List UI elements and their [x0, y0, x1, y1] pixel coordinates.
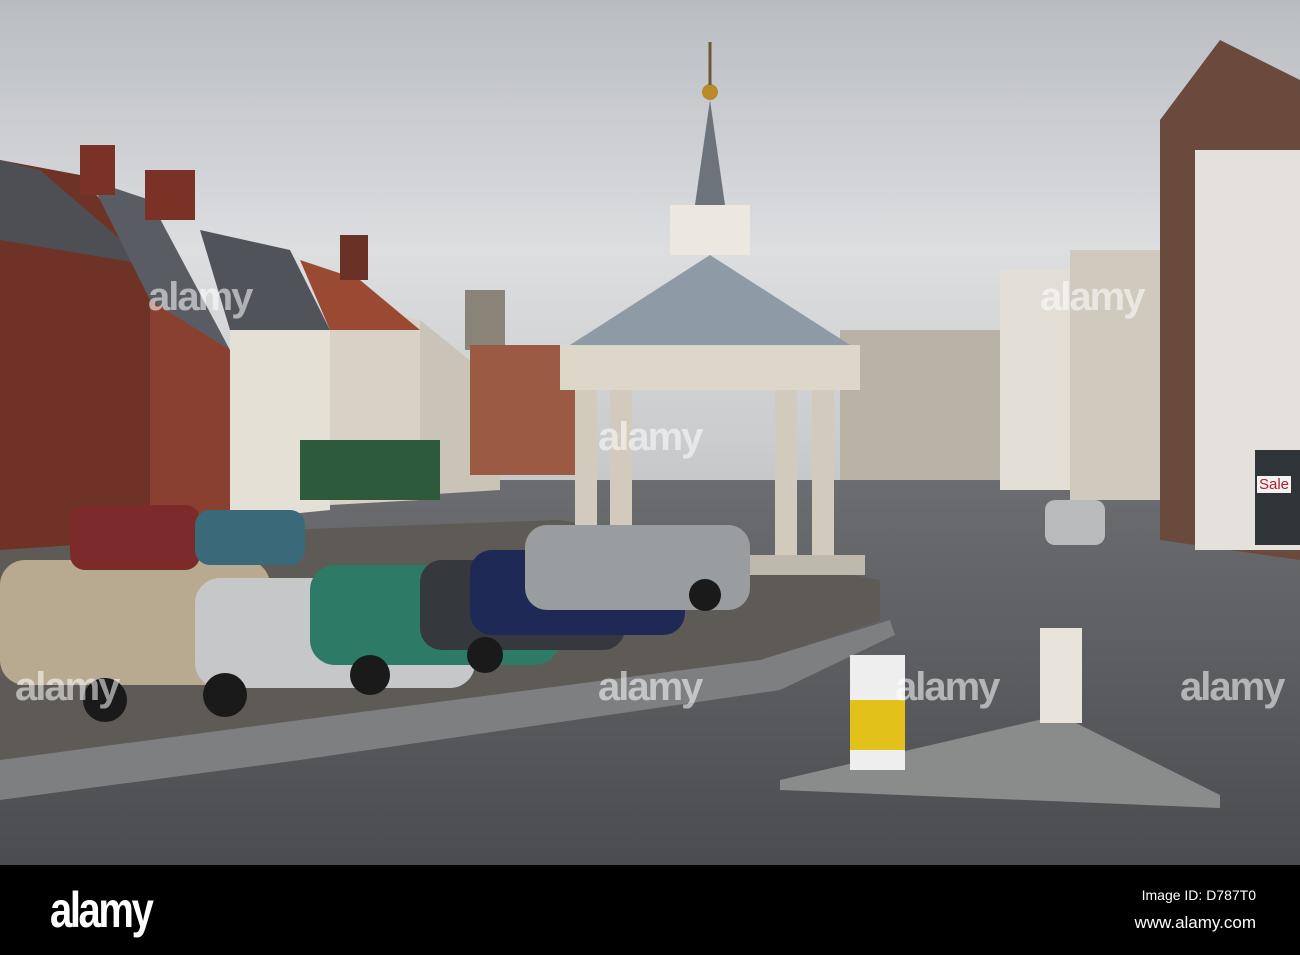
alamy-logo: alamy	[50, 882, 154, 938]
site-url: www.alamy.com	[1134, 913, 1256, 932]
shop-sign-sale: Sale	[1257, 476, 1292, 493]
watermark: alamy	[15, 665, 120, 709]
watermark: alamy	[148, 275, 253, 319]
image-id: Image ID: D787T0	[1141, 887, 1256, 903]
watermark: alamy	[598, 415, 703, 459]
footer-bar: alamy Image ID: D787T0 www.alamy.com	[0, 865, 1300, 955]
watermark: alamy	[1040, 275, 1145, 319]
watermark: alamy	[1180, 665, 1285, 709]
watermark: alamy	[598, 665, 703, 709]
bollard-white	[1040, 628, 1082, 723]
watermark: alamy	[895, 665, 1000, 709]
